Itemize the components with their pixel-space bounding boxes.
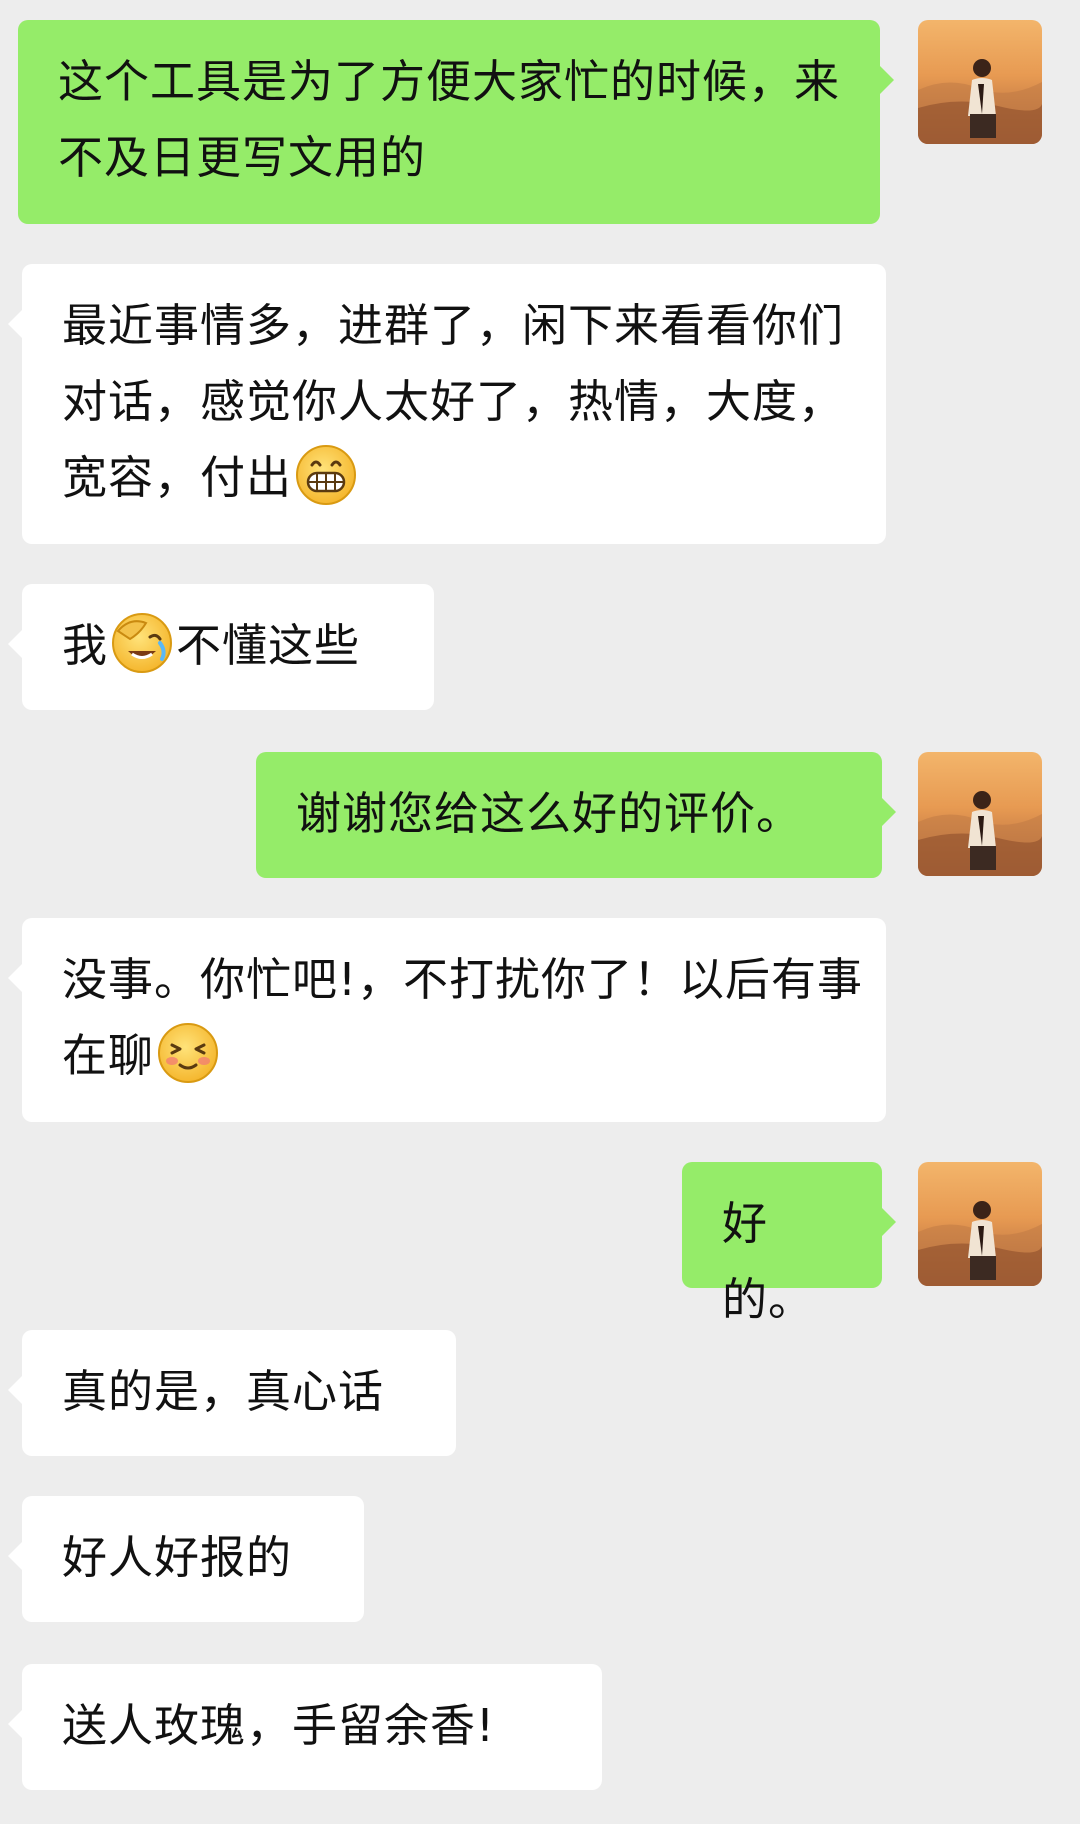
message-text: 好人好报的 — [62, 1531, 293, 1584]
chat-message-list[interactable]: 这个工具是为了方便大家忙的时候，来不及日更写文用的最近事情多，进群了，闲下来看看… — [0, 0, 1080, 1824]
received-message-bubble[interactable]: 送人玫瑰，手留余香! — [8, 1664, 602, 1790]
message-text: 这个工具是为了方便大家忙的时候，来不及日更写文用的 — [58, 55, 841, 184]
received-message-bubble[interactable]: 好人好报的 — [8, 1496, 364, 1622]
user-avatar[interactable] — [918, 20, 1042, 144]
user-avatar[interactable] — [918, 752, 1042, 876]
received-message-bubble[interactable]: 我 不懂这些 — [8, 584, 434, 710]
message-text: 不懂这些 — [176, 619, 361, 672]
received-message-bubble[interactable]: 最近事情多，进群了，闲下来看看你们对话，感觉你人太好了，热情，大度，宽容，付出 — [8, 264, 886, 544]
grin-emoji — [294, 443, 358, 507]
sent-message-bubble[interactable]: 好的。 — [682, 1162, 896, 1326]
message-text: 送人玫瑰，手留余香! — [62, 1699, 496, 1752]
received-message-bubble[interactable]: 真的是，真心话 — [8, 1330, 456, 1456]
received-message-bubble[interactable]: 没事。你忙吧!，不打扰你了！以后有事在聊 — [8, 918, 886, 1122]
sent-message-bubble[interactable]: 谢谢您给这么好的评价。 — [256, 752, 896, 878]
sent-message-bubble[interactable]: 这个工具是为了方便大家忙的时候，来不及日更写文用的 — [18, 20, 894, 224]
facepalm-laugh-emoji — [110, 611, 174, 675]
message-text: 最近事情多，进群了，闲下来看看你们对话，感觉你人太好了，热情，大度，宽容，付出 — [62, 299, 845, 504]
shy-smile-emoji — [156, 1021, 220, 1085]
user-avatar[interactable] — [918, 1162, 1042, 1286]
message-text: 谢谢您给这么好的评价。 — [296, 787, 803, 840]
message-text: 好的。 — [722, 1197, 815, 1326]
message-text: 真的是，真心话 — [62, 1365, 385, 1418]
message-text: 我 — [62, 619, 109, 672]
